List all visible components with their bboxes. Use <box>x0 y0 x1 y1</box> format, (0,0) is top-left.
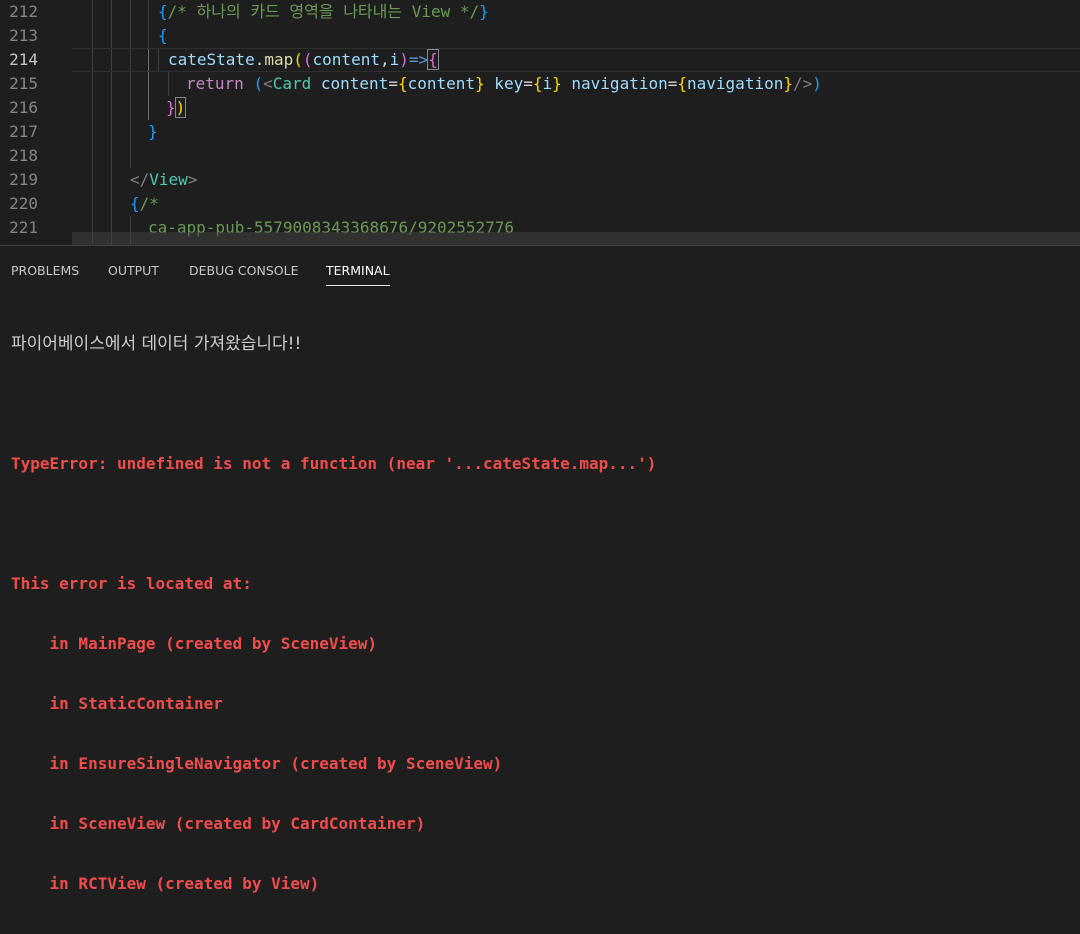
code-token: , <box>379 50 390 69</box>
code-token: ) <box>174 97 187 118</box>
stack-line: in MainPage (created by SceneView) <box>11 634 378 653</box>
code-token: ( <box>253 74 264 93</box>
code-token: < <box>263 74 273 93</box>
code-token: . <box>254 50 265 69</box>
code-line[interactable]: 218 <box>0 144 1080 168</box>
terminal-output[interactable]: 파이어베이스에서 데이터 가져왔습니다!! TypeError: undefin… <box>11 294 1080 934</box>
code-line-area <box>72 96 1080 118</box>
code-line[interactable]: 214 cateState.map((content,i)=>{ <box>0 48 1080 72</box>
code-token: = <box>667 74 678 93</box>
code-token: { <box>427 49 439 70</box>
code-token: { <box>158 26 168 45</box>
line-number: 214 <box>9 50 38 69</box>
code-text: } <box>148 120 158 144</box>
code-line[interactable]: 219 </View> <box>0 168 1080 192</box>
tab-debug-console[interactable]: DEBUG CONSOLE <box>189 246 298 286</box>
code-line-area <box>72 24 1080 46</box>
line-number: 212 <box>9 2 38 21</box>
code-token: { <box>130 194 140 213</box>
code-token: View <box>149 170 188 189</box>
tab-output[interactable]: OUTPUT <box>108 246 159 286</box>
code-line[interactable]: 215 return (<Card content={content} key={… <box>0 72 1080 96</box>
code-text: {/* 하나의 카드 영역을 나타내는 View */} <box>158 0 489 24</box>
terminal-error-header: This error is located at: <box>11 574 252 593</box>
tab-terminal[interactable]: TERMINAL <box>326 246 390 286</box>
code-token: navigation <box>687 74 784 93</box>
code-token: Card <box>272 74 312 93</box>
code-text: return (<Card content={content} key={i} … <box>186 72 822 96</box>
code-token: </ <box>130 170 150 189</box>
code-line[interactable]: 213 { <box>0 24 1080 48</box>
code-token: ) <box>399 50 409 69</box>
code-token: ) <box>812 74 822 93</box>
code-line[interactable]: 217} <box>0 120 1080 144</box>
code-token: { <box>677 74 688 93</box>
code-token: i <box>389 50 400 69</box>
code-token: i <box>542 74 553 93</box>
code-token: ( <box>302 50 313 69</box>
line-number: 216 <box>9 98 38 117</box>
code-token: = <box>388 74 398 93</box>
code-line[interactable]: 216}) <box>0 96 1080 120</box>
code-token: { <box>158 2 168 21</box>
code-text: cateState.map((content,i)=>{ <box>168 48 439 72</box>
line-number: 221 <box>9 218 38 237</box>
code-editor[interactable]: 212 {/* 하나의 카드 영역을 나타내는 View */} 213{214 ca… <box>0 0 1080 245</box>
code-token: content <box>311 74 389 93</box>
code-token: /* <box>139 194 159 213</box>
code-token: map <box>264 50 294 69</box>
code-token: navigation <box>561 74 668 93</box>
code-line[interactable]: 212 {/* 하나의 카드 영역을 나타내는 View */} <box>0 0 1080 24</box>
code-token: } <box>475 74 485 93</box>
stack-line: in EnsureSingleNavigator (created by Sce… <box>11 754 503 773</box>
code-text: { <box>158 24 168 48</box>
code-line-area <box>72 168 1080 190</box>
terminal-error-line: TypeError: undefined is not a function (… <box>11 454 657 473</box>
code-token: } <box>166 98 176 117</box>
code-token: > <box>187 170 198 189</box>
line-number: 220 <box>9 194 38 213</box>
bottom-panel: PROBLEMS OUTPUT DEBUG CONSOLE TERMINAL 파… <box>0 245 1080 893</box>
code-text: {/* <box>130 192 159 216</box>
code-token: } <box>783 74 793 93</box>
code-token: } <box>479 2 489 21</box>
code-token: key <box>484 74 524 93</box>
code-line[interactable]: 220 {/* <box>0 192 1080 216</box>
code-token: content <box>312 50 380 69</box>
code-token: { <box>397 74 408 93</box>
code-token: => <box>408 50 429 69</box>
code-line-area <box>72 192 1080 214</box>
line-number: 213 <box>9 26 38 45</box>
panel-tabs: PROBLEMS OUTPUT DEBUG CONSOLE TERMINAL <box>0 246 1080 286</box>
code-token: content <box>407 74 476 93</box>
line-number: 217 <box>9 122 38 141</box>
line-number: 215 <box>9 74 38 93</box>
code-token: } <box>148 122 158 141</box>
code-text: </View> <box>130 168 197 192</box>
stack-line: in RCTView (created by View) <box>11 874 320 893</box>
line-number: 219 <box>9 170 38 189</box>
stack-line: in SceneView (created by CardContainer) <box>11 814 426 833</box>
code-token: /* 하나의 카드 영역을 나타내는 View */ <box>167 2 480 21</box>
stack-line: in StaticContainer <box>11 694 223 713</box>
horizontal-scrollbar[interactable] <box>72 232 1080 245</box>
code-token: } <box>552 74 562 93</box>
code-token: /> <box>792 74 813 93</box>
code-token: = <box>523 74 533 93</box>
code-text: }) <box>166 96 187 120</box>
code-token: cateState <box>168 50 255 69</box>
code-line-area <box>72 144 1080 166</box>
code-token: return <box>186 74 244 93</box>
code-token: ( <box>293 50 303 69</box>
code-line-area <box>72 120 1080 142</box>
line-number: 218 <box>9 146 38 165</box>
terminal-info-line: 파이어베이스에서 데이터 가져왔습니다!! <box>11 334 302 354</box>
tab-problems[interactable]: PROBLEMS <box>11 246 79 286</box>
